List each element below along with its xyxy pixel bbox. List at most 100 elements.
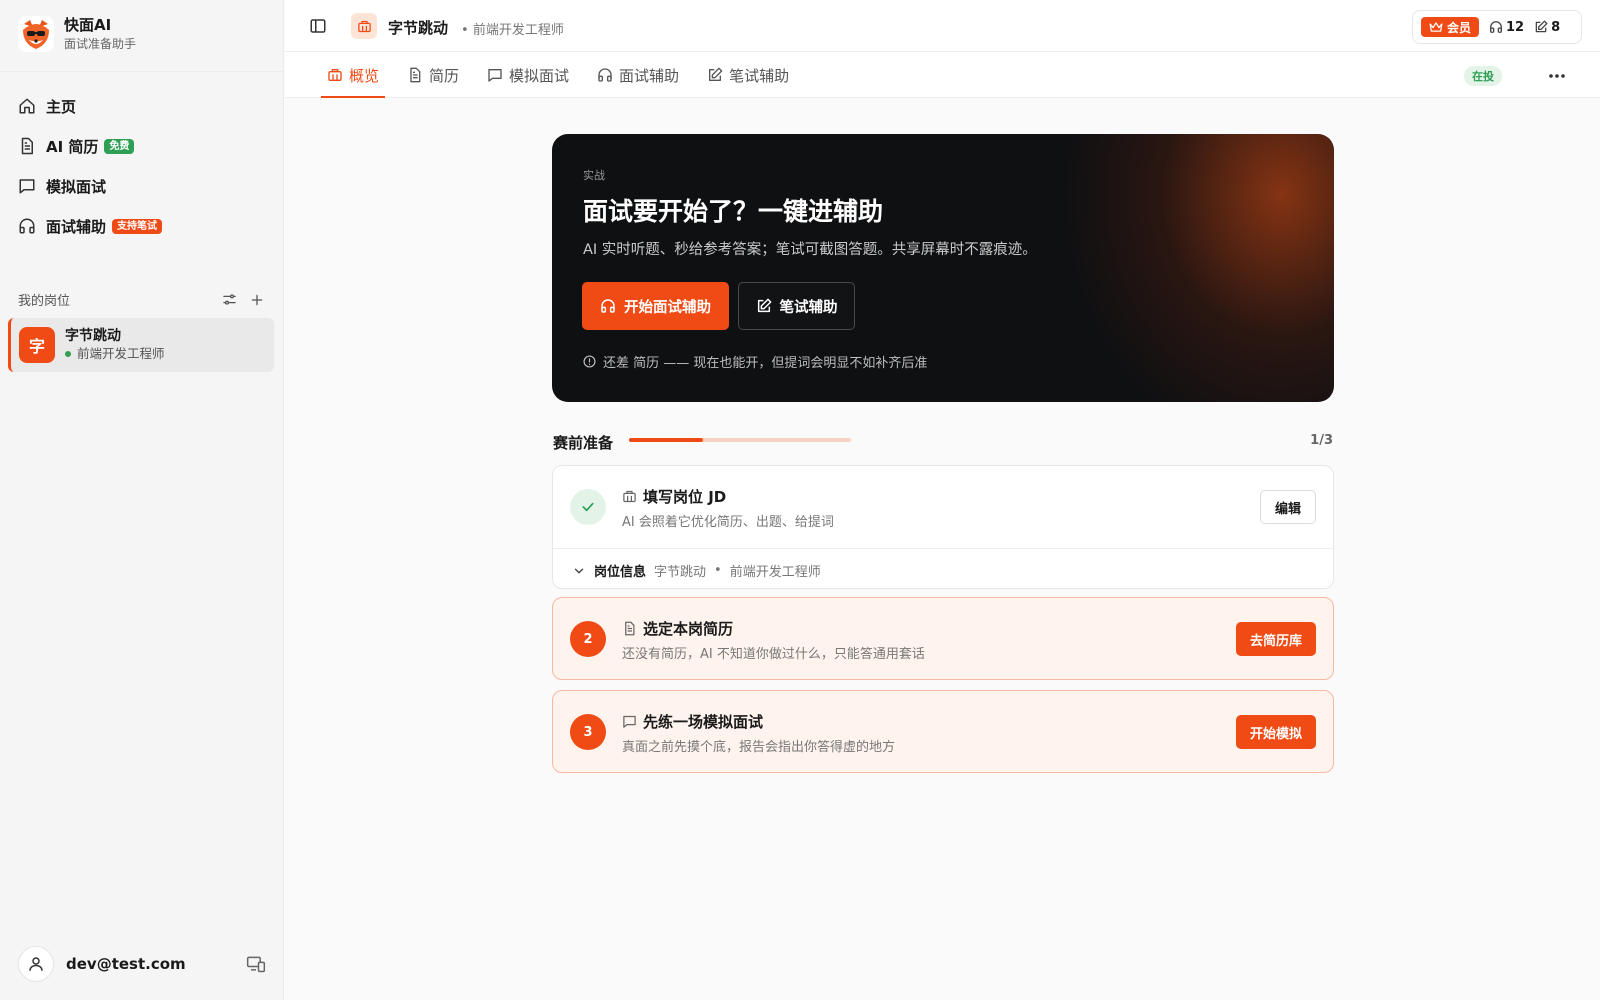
hero-card: 实战 面试要开始了？一键进辅助 AI 实时听题、秒给参考答案；笔试可截图答题。共… [552, 134, 1334, 402]
interview-quota: 12 [1489, 20, 1524, 35]
tab-written-assist[interactable]: 笔试辅助 [701, 52, 795, 98]
go-resume-library-button[interactable]: 去简历库 [1236, 622, 1316, 656]
job-avatar: 字 [19, 327, 55, 363]
status-dot-icon [65, 351, 71, 357]
app-subtitle: 面试准备助手 [64, 37, 137, 51]
sidebar-item-label: 面试辅助 [46, 217, 107, 236]
edit-icon [756, 298, 772, 314]
step-description: 真面之前先摸个底，报告会指出你答得虚的地方 [622, 740, 896, 755]
info-company: 字节跳动 [654, 565, 707, 580]
headphones-icon [597, 67, 613, 83]
edit-button[interactable]: 编辑 [1260, 490, 1316, 524]
tab-overview[interactable]: 概览 [321, 52, 386, 98]
my-jobs-header: 我的岗位 [18, 290, 266, 309]
prep-progress: 赛前准备 1/3 [553, 430, 1333, 452]
step-card-jd: 填写岗位 JD AI 会照着它优化简历、出题、给提词 编辑 岗位信息 字节跳动 … [552, 465, 1334, 589]
check-icon [570, 489, 606, 525]
start-mock-button[interactable]: 开始模拟 [1236, 715, 1316, 749]
hero-description: AI 实时听题、秒给参考答案；笔试可截图答题。共享屏幕时不露痕迹。 [583, 242, 1037, 258]
step-number: 2 [570, 621, 606, 657]
document-icon [407, 67, 423, 83]
chat-bubble-icon [18, 177, 36, 195]
sidebar-item-label: 主页 [46, 97, 77, 116]
step-title: 选定本岗简历 [622, 618, 733, 639]
progress-track [629, 438, 851, 442]
step-card-mock-interview: 3 先练一场模拟面试 真面之前先摸个底，报告会指出你答得虚的地方 开始模拟 [552, 690, 1334, 773]
section-title: 我的岗位 [18, 294, 71, 309]
sidebar-item-mock-interview[interactable]: 模拟面试 [10, 168, 274, 204]
document-icon [18, 137, 36, 155]
job-info-toggle[interactable]: 岗位信息 字节跳动 • 前端开发工程师 [572, 561, 821, 580]
sidebar-nav: 主页 AI 简历 免费 模拟面试 面试辅助 支持笔试 [10, 88, 274, 248]
tabs: 概览 简历 模拟面试 面试辅助 笔试辅助 [321, 52, 811, 98]
job-company: 字节跳动 [65, 328, 121, 344]
info-icon [583, 355, 596, 368]
tab-interview-assist[interactable]: 面试辅助 [591, 52, 685, 98]
free-badge: 免费 [104, 138, 135, 154]
tab-mock-interview[interactable]: 模拟面试 [481, 52, 575, 98]
info-label: 岗位信息 [594, 565, 647, 580]
quota-box: 会员 12 8 [1412, 10, 1582, 44]
add-icon[interactable] [248, 291, 266, 309]
step-description: AI 会照着它优化简历、出题、给提词 [622, 515, 834, 530]
sidebar-item-label: 模拟面试 [46, 177, 107, 196]
sidebar-item-label: AI 简历 [46, 137, 99, 156]
app-name: 快面AI [64, 16, 112, 34]
prep-title: 赛前准备 [553, 434, 614, 452]
brand[interactable]: 快面AI 面试准备助手 [18, 16, 136, 52]
user-avatar[interactable] [18, 946, 54, 982]
device-switch-icon[interactable] [246, 954, 266, 974]
headphones-icon [1489, 20, 1503, 34]
edit-icon [707, 67, 723, 83]
chat-bubble-icon [622, 714, 637, 729]
step-title: 先练一场模拟面试 [622, 711, 763, 732]
briefcase-icon [351, 13, 377, 39]
user-email[interactable]: dev@test.com [66, 955, 234, 973]
sidebar-item-ai-resume[interactable]: AI 简历 免费 [10, 128, 274, 164]
chat-bubble-icon [487, 67, 503, 83]
vip-label: 会员 [1447, 20, 1472, 35]
sidebar-item-interview-assist[interactable]: 面试辅助 支持笔试 [10, 208, 274, 244]
prep-count: 1/3 [1310, 433, 1333, 448]
headphones-icon [18, 217, 36, 235]
job-role: 前端开发工程师 [77, 346, 165, 361]
start-interview-assist-button[interactable]: 开始面试辅助 [582, 282, 729, 330]
sidebar-job-item[interactable]: 字 字节跳动 前端开发工程师 [8, 318, 274, 372]
card-divider [553, 548, 1333, 549]
tabs-bar: 概览 简历 模拟面试 面试辅助 笔试辅助 在投 [285, 52, 1600, 98]
hero-tag: 实战 [583, 169, 605, 182]
sidebar-item-home[interactable]: 主页 [10, 88, 274, 124]
hero-title: 面试要开始了？一键进辅助 [583, 197, 884, 226]
user-row: dev@test.com [18, 946, 266, 982]
status-badge: 在投 [1464, 66, 1502, 86]
current-role: • 前端开发工程师 [461, 23, 564, 38]
headphones-icon [600, 298, 616, 314]
briefcase-icon [327, 67, 343, 83]
current-company: 字节跳动 [388, 19, 449, 37]
progress-fill [629, 438, 703, 442]
home-icon [18, 97, 36, 115]
topbar: 字节跳动 • 前端开发工程师 会员 12 8 [285, 0, 1600, 52]
hero-note: 还差 简历 —— 现在也能开，但提词会明显不如补齐后准 [583, 352, 927, 371]
step-description: 还没有简历，AI 不知道你做过什么，只能答通用套话 [622, 647, 925, 662]
sidebar-divider [0, 71, 284, 72]
written-assist-button[interactable]: 笔试辅助 [738, 282, 855, 330]
step-card-resume: 2 选定本岗简历 还没有简历，AI 不知道你做过什么，只能答通用套话 去简历库 [552, 597, 1334, 680]
briefcase-icon [622, 489, 637, 504]
document-icon [622, 621, 637, 636]
more-icon[interactable] [1546, 65, 1568, 87]
vip-button[interactable]: 会员 [1421, 17, 1480, 37]
filter-icon[interactable] [220, 291, 238, 309]
step-title: 填写岗位 JD [622, 486, 726, 507]
step-number: 3 [570, 714, 606, 750]
sidebar: 快面AI 面试准备助手 主页 AI 简历 免费 模拟面试 面试辅助 支持笔试 我… [0, 0, 284, 1000]
tab-resume[interactable]: 简历 [401, 52, 465, 98]
fox-logo-icon [18, 16, 54, 52]
written-quota: 8 [1534, 20, 1560, 35]
info-separator: • [714, 563, 722, 578]
edit-icon [1534, 20, 1548, 34]
sidebar-toggle-icon[interactable] [309, 17, 327, 35]
info-role: 前端开发工程师 [729, 565, 821, 580]
written-test-badge: 支持笔试 [112, 218, 163, 234]
chevron-down-icon [572, 564, 586, 578]
